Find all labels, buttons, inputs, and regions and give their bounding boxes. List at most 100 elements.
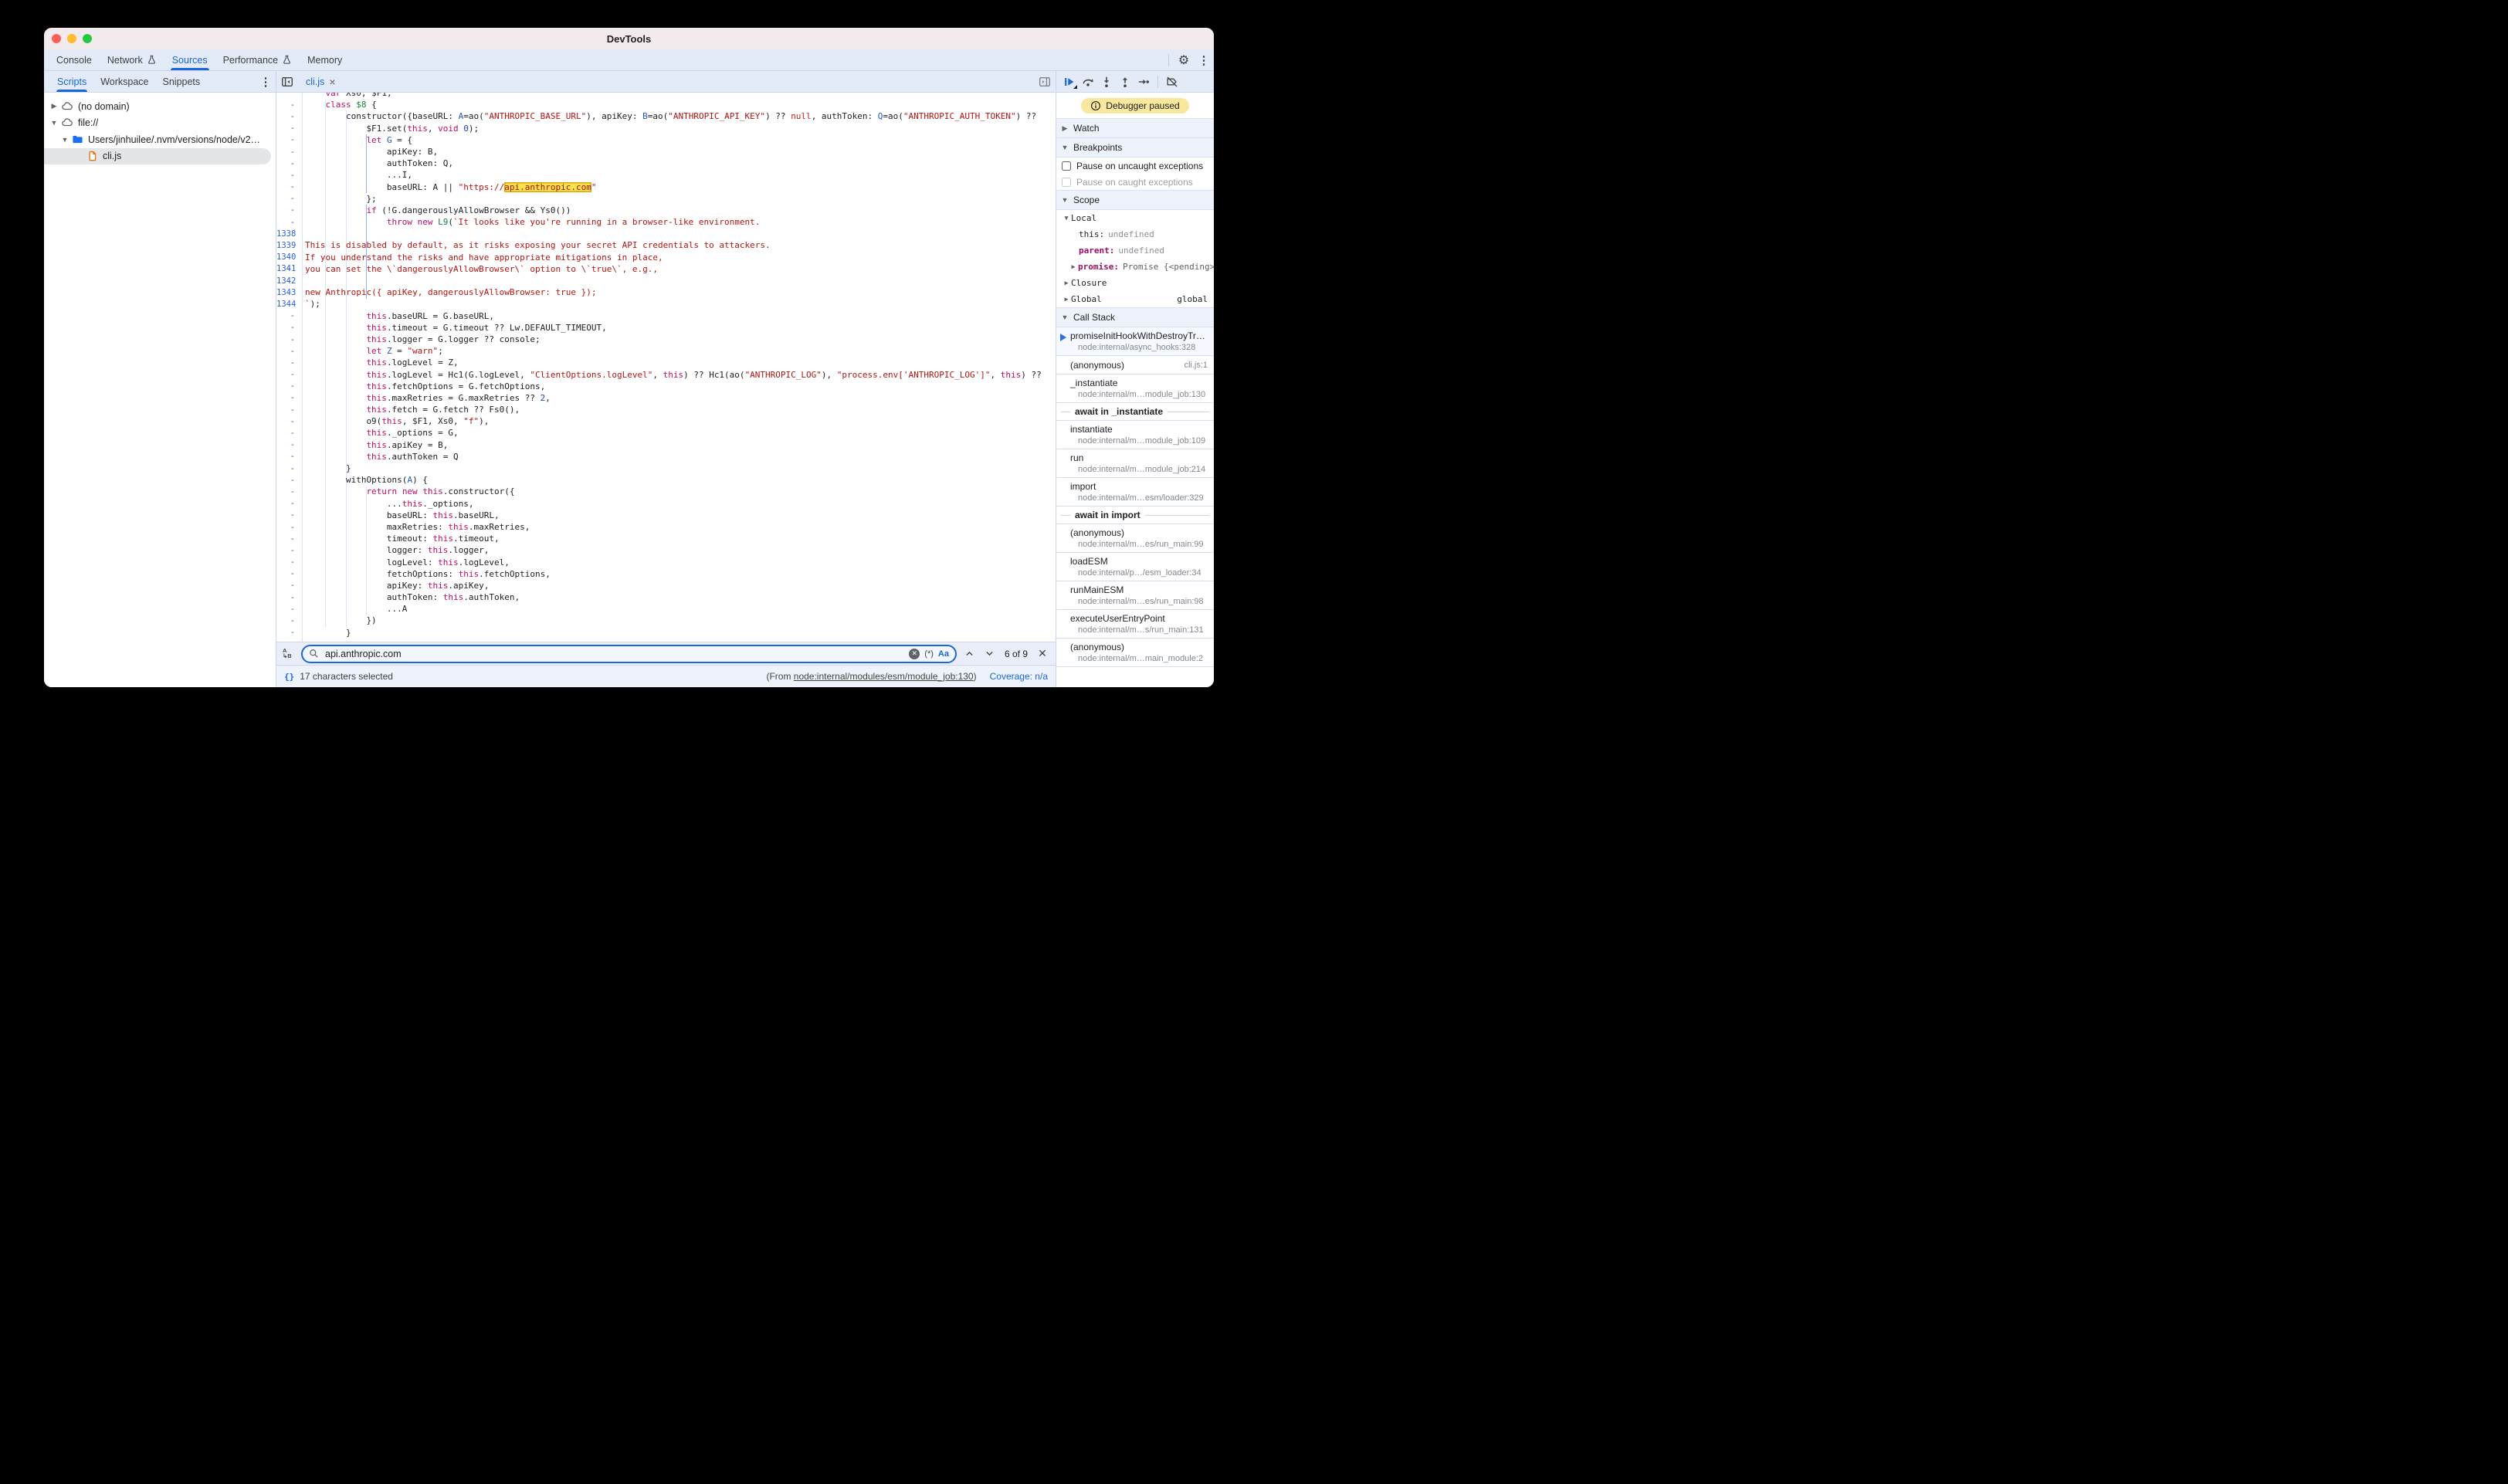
code-line[interactable]: -this.baseURL = G.baseURL, bbox=[276, 310, 1056, 322]
callstack-frame[interactable]: loadESMnode:internal/p…/esm_loader:34 bbox=[1056, 553, 1214, 581]
callstack-frame[interactable]: executeUserEntryPointnode:internal/m…s/r… bbox=[1056, 610, 1214, 639]
match-case-toggle[interactable]: Aa bbox=[938, 649, 949, 659]
section-watch[interactable]: ▶ Watch bbox=[1056, 118, 1214, 138]
pause-on-uncaught-row[interactable]: Pause on uncaught exceptions bbox=[1056, 158, 1214, 174]
callstack-frame[interactable]: runMainESMnode:internal/m…es/run_main:98 bbox=[1056, 581, 1214, 610]
code-line[interactable]: 1344`); bbox=[276, 298, 1056, 310]
code-line[interactable]: -throw new L9(`It looks like you're runn… bbox=[276, 216, 1056, 228]
code-line[interactable]: -timeout: this.timeout, bbox=[276, 533, 1056, 544]
chevron-right-icon[interactable]: ▶ bbox=[1062, 280, 1071, 287]
toggle-navigator-icon[interactable] bbox=[276, 71, 298, 92]
line-number[interactable]: 1341 bbox=[276, 264, 302, 273]
code-line[interactable]: -fetchOptions: this.fetchOptions, bbox=[276, 568, 1056, 580]
code-line[interactable]: 1341you can set the \`dangerouslyAllowBr… bbox=[276, 263, 1056, 275]
code-line[interactable]: -this.logLevel = Hc1(G.logLevel, "Client… bbox=[276, 369, 1056, 381]
source-code-viewer[interactable]: var Xs0, $F1;-class $8 {-constructor({ba… bbox=[276, 93, 1056, 642]
line-number[interactable]: - bbox=[276, 417, 302, 426]
line-number[interactable]: - bbox=[276, 347, 302, 356]
callstack-frame[interactable]: (anonymous)node:internal/m…es/run_main:9… bbox=[1056, 524, 1214, 553]
section-breakpoints[interactable]: ▼ Breakpoints bbox=[1056, 138, 1214, 158]
tree-item-cli-js[interactable]: cli.js bbox=[44, 148, 276, 165]
code-line[interactable]: -maxRetries: this.maxRetries, bbox=[276, 521, 1056, 533]
code-line[interactable]: -$F1.set(this, void 0); bbox=[276, 123, 1056, 134]
tab-memory[interactable]: Memory bbox=[300, 49, 350, 70]
line-number[interactable]: - bbox=[276, 194, 302, 203]
checkbox-uncaught-exceptions[interactable] bbox=[1062, 161, 1071, 171]
checkbox-caught-exceptions[interactable] bbox=[1062, 178, 1071, 187]
code-line[interactable]: 1342 bbox=[276, 275, 1056, 286]
chevron-down-icon[interactable]: ▼ bbox=[1062, 215, 1071, 222]
code-line[interactable]: -this.maxRetries = G.maxRetries ?? 2, bbox=[276, 392, 1056, 404]
scope-global-row[interactable]: ▶ Global global bbox=[1056, 291, 1214, 307]
callstack-frame[interactable]: (anonymous)cli.js:1 bbox=[1056, 356, 1214, 374]
code-line[interactable]: -this.fetchOptions = G.fetchOptions, bbox=[276, 381, 1056, 392]
step-out-button[interactable] bbox=[1116, 73, 1134, 91]
chevron-right-icon[interactable]: ▶ bbox=[1069, 263, 1078, 271]
step-button[interactable] bbox=[1134, 73, 1153, 91]
chevron-right-icon[interactable]: ▶ bbox=[1062, 296, 1071, 303]
scope-this-row[interactable]: this: undefined bbox=[1056, 226, 1214, 242]
code-line[interactable]: -baseURL: A || "https://api.anthropic.co… bbox=[276, 181, 1056, 193]
code-line[interactable]: -} bbox=[276, 462, 1056, 474]
code-line[interactable]: -return new this.constructor({ bbox=[276, 486, 1056, 497]
navigator-more-kebab-icon[interactable]: ⋮ bbox=[256, 73, 276, 91]
line-number[interactable]: - bbox=[276, 171, 302, 180]
line-number[interactable]: - bbox=[276, 112, 302, 121]
search-field[interactable]: ✕ (*) Aa bbox=[301, 645, 957, 663]
code-line[interactable]: -...I, bbox=[276, 169, 1056, 181]
clear-search-icon[interactable]: ✕ bbox=[909, 649, 920, 659]
line-number[interactable]: 1344 bbox=[276, 300, 302, 309]
code-line[interactable]: -logger: this.logger, bbox=[276, 544, 1056, 556]
replace-toggle-icon[interactable]: A↳B bbox=[283, 649, 295, 659]
code-line[interactable]: -this.logger = G.logger ?? console; bbox=[276, 334, 1056, 345]
coverage-link[interactable]: Coverage: n/a bbox=[990, 671, 1048, 682]
callstack-frame[interactable]: instantiatenode:internal/m…module_job:10… bbox=[1056, 421, 1214, 449]
code-line[interactable]: -withOptions(A) { bbox=[276, 474, 1056, 486]
callstack-frame[interactable]: (anonymous)node:internal/m…main_module:2 bbox=[1056, 639, 1214, 667]
line-number[interactable]: - bbox=[276, 593, 302, 602]
line-number[interactable]: - bbox=[276, 124, 302, 133]
line-number[interactable]: - bbox=[276, 393, 302, 402]
chevron-down-icon[interactable]: ▼ bbox=[1061, 144, 1069, 151]
pause-on-caught-row[interactable]: Pause on caught exceptions bbox=[1056, 174, 1214, 190]
code-line[interactable]: -apiKey: this.apiKey, bbox=[276, 580, 1056, 591]
code-line[interactable]: var Xs0, $F1; bbox=[276, 93, 1056, 99]
code-line[interactable]: 1343new Anthropic({ apiKey, dangerouslyA… bbox=[276, 286, 1056, 298]
line-number[interactable]: 1339 bbox=[276, 241, 302, 250]
tab-sources[interactable]: Sources bbox=[164, 49, 215, 70]
line-number[interactable]: - bbox=[276, 452, 302, 461]
source-origin-link[interactable]: node:internal/modules/esm/module_job:130 bbox=[794, 671, 974, 682]
line-number[interactable]: - bbox=[276, 323, 302, 332]
code-line[interactable]: -...this._options, bbox=[276, 498, 1056, 510]
tab-console[interactable]: Console bbox=[49, 49, 100, 70]
code-line[interactable]: -constructor({baseURL: A=ao("ANTHROPIC_B… bbox=[276, 110, 1056, 122]
more-options-kebab-icon[interactable]: ⋮ bbox=[1194, 51, 1214, 69]
code-line[interactable]: -if (!G.dangerouslyAllowBrowser && Ys0()… bbox=[276, 205, 1056, 216]
search-input[interactable] bbox=[324, 648, 904, 660]
tab-workspace[interactable]: Workspace bbox=[93, 71, 155, 92]
line-number[interactable]: - bbox=[276, 100, 302, 110]
callstack-frame[interactable]: promiseInitHookWithDestroyTr…node:intern… bbox=[1056, 327, 1214, 356]
code-line[interactable]: -}) bbox=[276, 615, 1056, 626]
tree-item-no-domain[interactable]: ▶ (no domain) bbox=[44, 98, 276, 115]
line-number[interactable]: - bbox=[276, 182, 302, 191]
code-line[interactable]: -authToken: this.authToken, bbox=[276, 591, 1056, 603]
line-number[interactable]: 1342 bbox=[276, 276, 302, 286]
section-call-stack[interactable]: ▼ Call Stack bbox=[1056, 307, 1214, 327]
line-number[interactable]: - bbox=[276, 335, 302, 344]
tab-performance[interactable]: Performance bbox=[215, 49, 300, 70]
line-number[interactable]: - bbox=[276, 429, 302, 438]
code-line[interactable]: -logLevel: this.logLevel, bbox=[276, 557, 1056, 568]
line-number[interactable]: - bbox=[276, 159, 302, 168]
chevron-down-icon[interactable]: ▼ bbox=[50, 119, 58, 127]
line-number[interactable]: - bbox=[276, 440, 302, 449]
scope-local-row[interactable]: ▼ Local bbox=[1056, 210, 1214, 226]
line-number[interactable]: - bbox=[276, 405, 302, 415]
code-line[interactable]: -apiKey: B, bbox=[276, 146, 1056, 158]
line-number[interactable]: - bbox=[276, 581, 302, 590]
code-line[interactable]: -this.timeout = G.timeout ?? Lw.DEFAULT_… bbox=[276, 322, 1056, 334]
settings-gear-icon[interactable]: ⚙ bbox=[1174, 51, 1194, 69]
code-line[interactable]: -this._options = G, bbox=[276, 427, 1056, 439]
close-tab-icon[interactable]: × bbox=[329, 76, 335, 87]
chevron-right-icon[interactable]: ▶ bbox=[1061, 124, 1069, 133]
